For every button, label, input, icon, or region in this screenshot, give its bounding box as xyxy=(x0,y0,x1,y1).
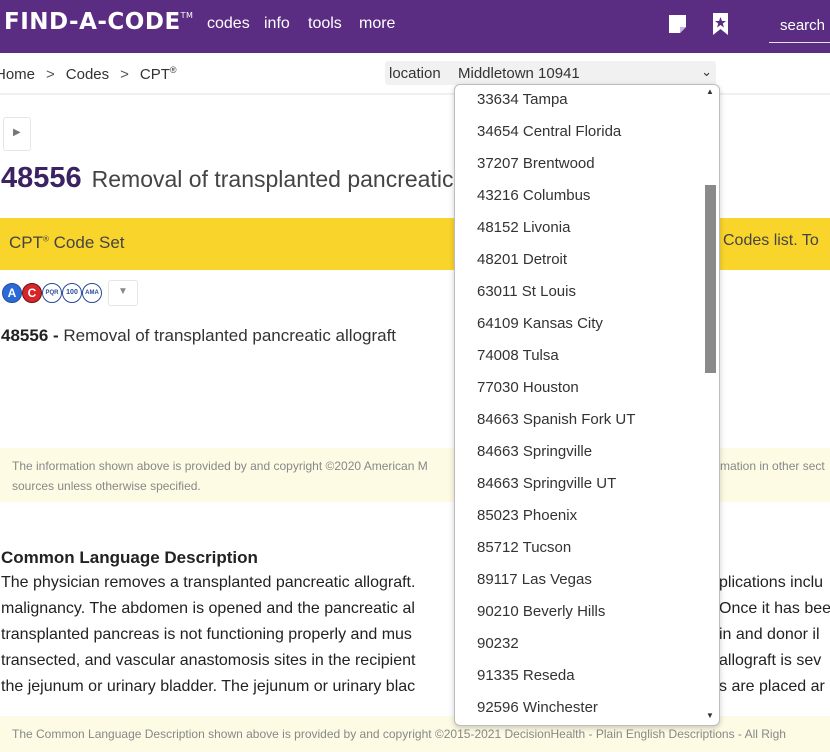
location-option[interactable]: 84663 Spanish Fork UT xyxy=(477,411,635,428)
code-set-rest: Code Set xyxy=(48,233,125,252)
breadcrumb: Home > Codes > CPT® xyxy=(0,65,177,83)
find-a-code-logo[interactable]: FIND-A-CODETM xyxy=(4,9,193,35)
location-option[interactable]: 37207 Brentwood xyxy=(477,155,595,172)
badge-a[interactable]: A xyxy=(2,283,22,303)
badges-expand-button[interactable]: ▼ xyxy=(108,280,138,306)
breadcrumb-codes[interactable]: Codes xyxy=(66,66,109,83)
registered-mark: ® xyxy=(169,65,177,75)
location-option[interactable]: 43216 Columbus xyxy=(477,187,590,204)
location-option[interactable]: 48152 Livonia xyxy=(477,219,570,236)
code-title-text: Removal of transplanted pancreatic xyxy=(91,166,454,192)
location-select[interactable]: location Middletown 10941 ⌄ xyxy=(385,61,716,85)
cl-line-1: The physician removes a transplanted pan… xyxy=(1,574,416,591)
location-option[interactable]: 64109 Kansas City xyxy=(477,315,603,332)
location-option[interactable]: 85023 Phoenix xyxy=(477,507,577,524)
nav-tools[interactable]: tools xyxy=(308,15,342,33)
code-set-cpt: CPT xyxy=(9,233,43,252)
caret-right-icon: ▶ xyxy=(13,127,21,138)
location-dropdown-list[interactable]: 33634 Tampa 34654 Central Florida 37207 … xyxy=(454,84,720,726)
scroll-up-arrow-icon[interactable]: ▲ xyxy=(706,87,714,96)
code-number: 48556 xyxy=(1,162,82,194)
logo-text: FIND-A-CODE xyxy=(4,9,181,35)
code-set-label: CPT® Code Set xyxy=(9,233,125,253)
breadcrumb-cpt[interactable]: CPT® xyxy=(139,65,177,83)
cl-line-3: transplanted pancreas is not functioning… xyxy=(1,626,412,643)
location-option[interactable]: 90232 xyxy=(477,635,519,652)
cl-line-4: transected, and vascular anastomosis sit… xyxy=(1,652,416,669)
breadcrumb-separator: > xyxy=(120,66,129,83)
cl-line-2: malignancy. The abdomen is opened and th… xyxy=(1,600,415,617)
cl-right-5: s are placed ar xyxy=(719,678,825,695)
cl-line-5: the jejunum or urinary bladder. The jeju… xyxy=(1,678,416,695)
code-description-line: 48556 - Removal of transplanted pancreat… xyxy=(1,326,396,346)
location-option[interactable]: 84663 Springville UT xyxy=(477,475,616,492)
dh-note-line1: The Common Language Description shown ab… xyxy=(12,727,786,741)
badge-c[interactable]: C xyxy=(22,283,42,303)
cl-right-2: Once it has bee xyxy=(719,600,830,617)
location-option[interactable]: 48201 Detroit xyxy=(477,251,567,268)
dropdown-scrollbar-thumb[interactable] xyxy=(705,185,716,373)
search-button[interactable]: search xyxy=(769,12,830,43)
location-option[interactable]: 77030 Houston xyxy=(477,379,579,396)
sidebar-toggle-button[interactable]: ▶ xyxy=(3,117,31,151)
note-icon[interactable] xyxy=(667,12,689,36)
location-option[interactable]: 91335 Reseda xyxy=(477,667,575,684)
location-option[interactable]: 63011 St Louis xyxy=(477,283,576,300)
scroll-down-arrow-icon[interactable]: ▼ xyxy=(706,711,714,720)
chevron-down-icon: ⌄ xyxy=(701,64,712,79)
ama-note-right: mation in other sect xyxy=(720,459,825,473)
nav-more[interactable]: more xyxy=(359,15,395,33)
code-line-desc: Removal of transplanted pancreatic allog… xyxy=(63,326,397,345)
location-label: location xyxy=(389,65,441,82)
cl-right-4: allograft is sev xyxy=(719,652,822,669)
common-language-heading: Common Language Description xyxy=(1,548,258,567)
nav-codes[interactable]: codes xyxy=(207,15,250,33)
logo-trademark: TM xyxy=(180,11,194,20)
breadcrumb-separator: > xyxy=(46,66,55,83)
cl-right-1: plications inclu xyxy=(719,574,824,591)
breadcrumb-cpt-label: CPT xyxy=(139,66,170,83)
ama-note-line2: sources unless otherwise specified. xyxy=(12,479,201,493)
location-option[interactable]: 92596 Winchester xyxy=(477,699,598,716)
ama-note-line1: The information shown above is provided … xyxy=(12,459,428,473)
location-option[interactable]: 74008 Tulsa xyxy=(477,347,559,364)
bookmark-icon[interactable] xyxy=(710,12,732,36)
breadcrumb-home[interactable]: Home xyxy=(0,66,35,83)
location-option[interactable]: 33634 Tampa xyxy=(477,91,568,108)
location-option[interactable]: 90210 Beverly Hills xyxy=(477,603,605,620)
chevron-down-icon: ▼ xyxy=(118,286,128,297)
top-navigation-bar: FIND-A-CODETM codes info tools more sear… xyxy=(0,0,830,53)
my-codes-list-text[interactable]: ly Codes list. To xyxy=(707,232,819,250)
nav-info[interactable]: info xyxy=(264,15,290,33)
location-option[interactable]: 34654 Central Florida xyxy=(477,123,621,140)
cl-right-3: in and donor il xyxy=(719,626,820,643)
location-option[interactable]: 84663 Springville xyxy=(477,443,592,460)
badge-ama[interactable]: AMA xyxy=(82,283,102,303)
code-line-number: 48556 - xyxy=(1,326,59,345)
location-option[interactable]: 85712 Tucson xyxy=(477,539,571,556)
badge-100[interactable]: 100 xyxy=(62,283,82,303)
dropdown-scrollbar[interactable] xyxy=(704,85,717,723)
page-title: 48556 Removal of transplanted pancreatic xyxy=(1,162,453,195)
badge-pqr[interactable]: PQR xyxy=(42,283,62,303)
location-option[interactable]: 89117 Las Vegas xyxy=(477,571,592,588)
search-label: search xyxy=(780,17,826,34)
location-value: Middletown 10941 xyxy=(458,65,580,82)
